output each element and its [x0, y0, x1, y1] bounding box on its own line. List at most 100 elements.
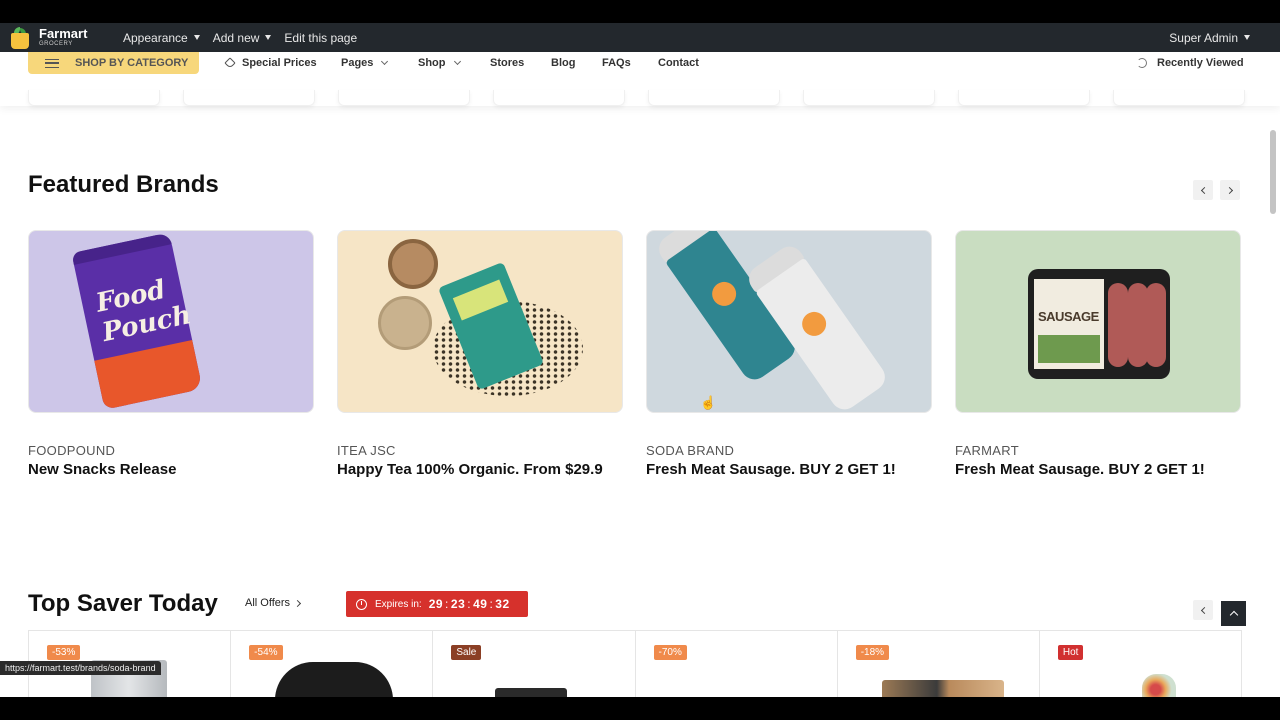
brand-image[interactable]: Food Pouch — [28, 230, 314, 413]
top-saver-title: Top Saver Today — [28, 590, 218, 617]
edit-page-link[interactable]: Edit this page — [284, 31, 357, 45]
hand-cursor-icon: ☝ — [700, 395, 717, 410]
discount-badge: -53% — [47, 645, 81, 660]
brand-title[interactable]: Fresh Meat Sausage. BUY 2 GET 1! — [646, 461, 932, 478]
edit-page-label: Edit this page — [284, 30, 358, 45]
category-tab — [803, 90, 935, 106]
brand-title[interactable]: Fresh Meat Sausage. BUY 2 GET 1! — [955, 461, 1241, 478]
farm-graphic — [1038, 335, 1100, 363]
caret-down-icon — [265, 35, 272, 40]
appliance-image[interactable] — [495, 688, 568, 697]
sausage — [1128, 283, 1148, 367]
brands-prev-button[interactable] — [1193, 180, 1213, 200]
brand-image[interactable] — [646, 230, 932, 413]
brand-name: FARMART — [955, 443, 1019, 458]
pouch-band — [94, 339, 203, 410]
logo-text: Farmart GROCERY — [39, 27, 87, 48]
category-tab — [648, 90, 780, 106]
pouch-text: Food Pouch — [93, 274, 194, 349]
main-navbar: SHOP BY CATEGORY Special Prices Pages Sh… — [0, 52, 1280, 106]
site-logo[interactable]: Farmart GROCERY — [10, 26, 110, 49]
back-to-top-button[interactable] — [1221, 601, 1246, 626]
tea-label — [452, 279, 509, 321]
all-offers-link[interactable]: All Offers — [245, 597, 302, 609]
sausage-label: SAUSAGE — [1034, 279, 1104, 369]
brand-card-farmart[interactable]: SAUSAGE FARMART Fresh Meat Sausage. BUY … — [955, 230, 1241, 478]
product-card[interactable]: -18% — [838, 631, 1040, 697]
nav-blog[interactable]: Blog — [551, 52, 575, 74]
brand-name: SODA BRAND — [646, 443, 735, 458]
pressure-cooker-image[interactable] — [275, 662, 394, 697]
chevron-right-icon — [293, 599, 302, 607]
brand-card-itea[interactable]: ITEA JSC Happy Tea 100% Organic. From $2… — [337, 230, 623, 478]
shop-by-category-button[interactable]: SHOP BY CATEGORY — [28, 52, 199, 74]
nav-label: Shop — [418, 57, 446, 69]
status-bar-url: https://farmart.test/brands/soda-brand — [0, 661, 161, 675]
category-tab — [958, 90, 1090, 106]
pouch-seal — [71, 232, 172, 265]
discount-badge: -54% — [249, 645, 283, 660]
saver-prev-button[interactable] — [1193, 600, 1213, 620]
brand-card-foodpound[interactable]: Food Pouch FOODPOUND New Snacks Release — [28, 230, 314, 478]
brands-next-button[interactable] — [1220, 180, 1240, 200]
timer-icon — [356, 598, 367, 610]
brand-card-soda[interactable]: SODA BRAND Fresh Meat Sausage. BUY 2 GET… — [646, 230, 932, 478]
brand-image[interactable]: SAUSAGE — [955, 230, 1241, 413]
admin-bar: Farmart GROCERY Appearance Add new Edit … — [0, 23, 1280, 52]
hot-badge: Hot — [1057, 645, 1084, 660]
appearance-label: Appearance — [123, 30, 188, 45]
nav-label: Stores — [490, 57, 525, 69]
nav-stores[interactable]: Stores — [490, 52, 524, 74]
chevron-left-icon — [1200, 606, 1208, 614]
nav-shop[interactable]: Shop — [418, 52, 461, 74]
all-offers-label: All Offers — [245, 597, 291, 609]
chevron-up-icon — [1229, 610, 1238, 620]
sausage-pack-illustration: SAUSAGE — [1028, 269, 1170, 379]
nav-label: Blog — [551, 57, 576, 69]
brand-title[interactable]: Happy Tea 100% Organic. From $29.9 — [337, 461, 623, 478]
shop-by-category-label: SHOP BY CATEGORY — [75, 57, 189, 69]
user-menu[interactable]: Super Admin — [1169, 31, 1250, 45]
add-new-menu[interactable]: Add new — [213, 31, 272, 45]
appearance-menu[interactable]: Appearance — [123, 31, 200, 45]
caret-down-icon — [193, 35, 200, 40]
tea-cup-illustration — [388, 239, 438, 289]
product-card[interactable]: Hot — [1040, 631, 1241, 697]
nav-contact[interactable]: Contact — [658, 52, 699, 74]
discount-badge: -70% — [653, 645, 687, 660]
product-card[interactable]: -70% — [636, 631, 838, 697]
brand-name: FOODPOUND — [28, 443, 116, 458]
add-new-label: Add new — [212, 30, 260, 45]
chevron-right-icon — [1225, 186, 1233, 194]
countdown-seconds: 32 — [495, 597, 510, 611]
discount-badge: -18% — [855, 645, 890, 660]
category-tab — [493, 90, 625, 106]
nav-label: FAQs — [602, 57, 631, 69]
product-card[interactable]: Sale — [433, 631, 636, 697]
product-list: -53% -54% Sale -70% -18% Hot — [28, 630, 1242, 697]
speaker-image[interactable] — [881, 680, 1004, 697]
brand-name: Farmart — [39, 26, 88, 41]
nav-faqs[interactable]: FAQs — [602, 52, 631, 74]
salad-jar-image[interactable] — [1141, 674, 1176, 697]
nav-special-prices[interactable]: Special Prices — [224, 52, 317, 74]
page-scrollbar[interactable] — [1270, 130, 1276, 214]
brand-title[interactable]: New Snacks Release — [28, 461, 314, 478]
chevron-down-icon — [453, 57, 461, 65]
category-tab — [338, 90, 470, 106]
page-viewport: SHOP BY CATEGORY Special Prices Pages Sh… — [0, 23, 1280, 697]
nav-pages[interactable]: Pages — [341, 52, 389, 74]
countdown-days: 29 — [428, 597, 444, 611]
nav-label: Pages — [341, 57, 374, 69]
nav-label: Contact — [658, 57, 699, 69]
product-card[interactable]: -54% — [231, 631, 434, 697]
expires-label: Expires in: — [375, 598, 422, 610]
sausage — [1108, 283, 1128, 367]
featured-brands-title: Featured Brands — [28, 171, 219, 198]
logo-bag-icon — [10, 26, 30, 49]
recently-viewed-button[interactable]: Recently Viewed — [1137, 52, 1244, 74]
countdown-value: 29:23:49:32 — [428, 597, 510, 611]
brand-name: ITEA JSC — [337, 443, 396, 458]
chevron-down-icon — [381, 57, 389, 65]
brand-image[interactable] — [337, 230, 623, 413]
